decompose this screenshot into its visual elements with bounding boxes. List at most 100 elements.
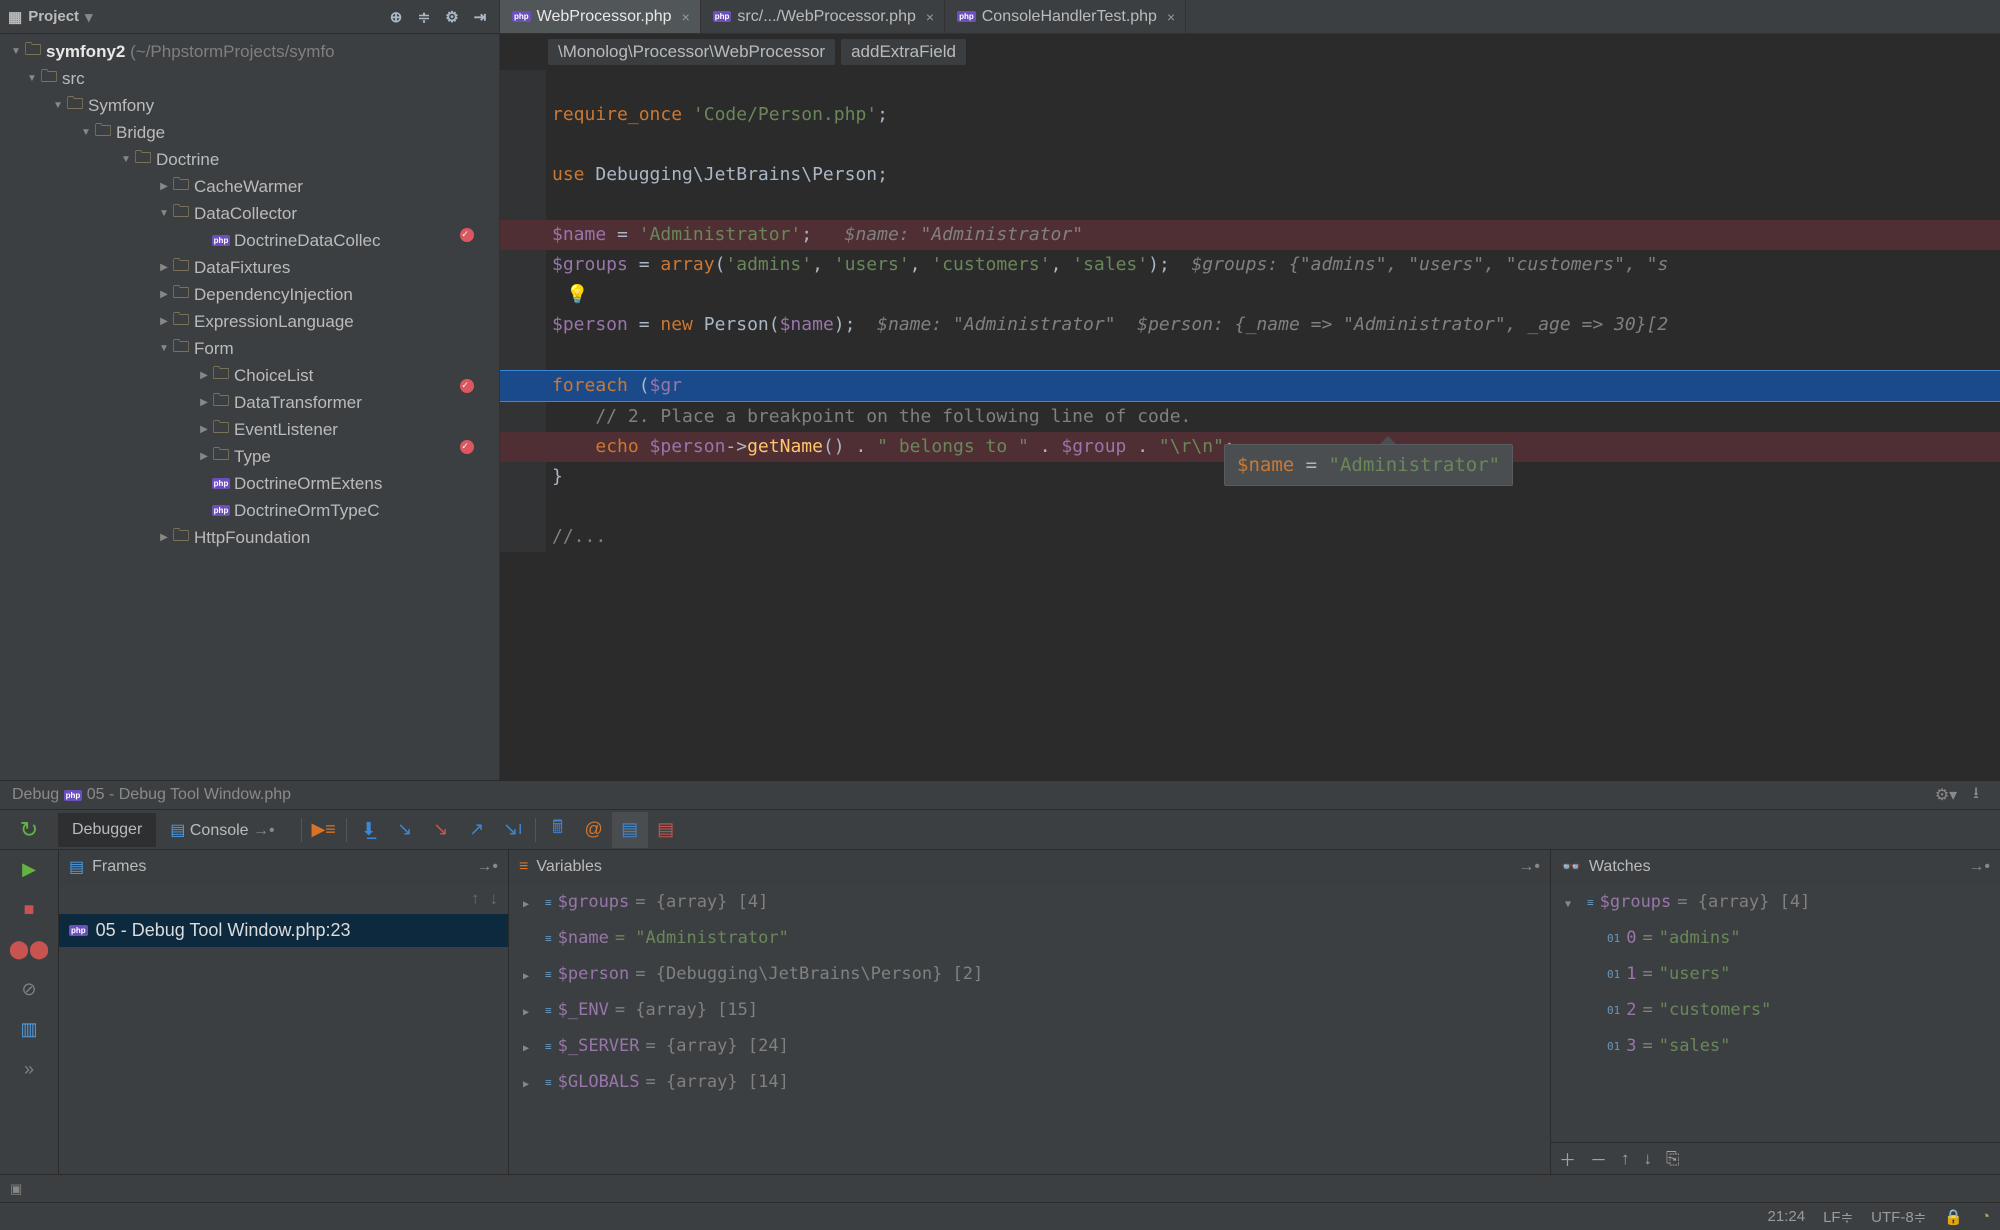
tree-item[interactable]: 🗀CacheWarmer	[0, 173, 499, 200]
watch-child-row[interactable]: 01 1 = "users"	[1551, 956, 2000, 992]
watch-child-row[interactable]: 01 0 = "admins"	[1551, 920, 2000, 956]
tree-arrow-icon[interactable]	[196, 370, 212, 381]
line-separator[interactable]: LF≑	[1823, 1208, 1853, 1226]
close-icon[interactable]: ×	[1163, 9, 1175, 25]
tree-arrow-icon[interactable]	[523, 1036, 539, 1056]
tool-window-icon[interactable]: ▣	[10, 1181, 22, 1197]
tree-item[interactable]: 🗀HttpFoundation	[0, 524, 499, 551]
project-tree[interactable]: 🗀 symfony2 (~/PhpstormProjects/symfo 🗀sr…	[0, 34, 499, 780]
collapse-all-icon[interactable]: ≑	[413, 6, 435, 28]
pin-icon[interactable]: ▤	[648, 812, 684, 848]
tree-arrow-icon[interactable]	[196, 397, 212, 408]
force-step-into-icon[interactable]: ↘	[423, 812, 459, 848]
watch-icon[interactable]: @	[576, 812, 612, 848]
tree-arrow-icon[interactable]	[523, 892, 539, 912]
tab-console[interactable]: ▤ Console →•	[156, 812, 288, 848]
gear-icon[interactable]: ⚙	[441, 6, 463, 28]
tree-item[interactable]: 🗀ExpressionLanguage	[0, 308, 499, 335]
tree-item[interactable]: 🗀EventListener	[0, 416, 499, 443]
tree-item[interactable]: 🗀Form	[0, 335, 499, 362]
editor-tab[interactable]: phpWebProcessor.php×	[500, 0, 701, 33]
tree-arrow-icon[interactable]	[196, 451, 212, 462]
up-icon[interactable]: ↑	[1621, 1149, 1630, 1169]
arrow-up-icon[interactable]: ↑	[471, 889, 480, 909]
hide-icon[interactable]: →•	[476, 858, 498, 876]
inspector-icon[interactable]: ◔	[1981, 1208, 1990, 1225]
stack-frame-row[interactable]: php 05 - Debug Tool Window.php:23	[59, 914, 508, 947]
remove-watch-icon[interactable]: －	[1590, 1146, 1607, 1171]
dropdown-caret-icon[interactable]: ▾	[85, 8, 93, 26]
locate-icon[interactable]: ⊕	[385, 6, 407, 28]
down-icon[interactable]: ↓	[1644, 1149, 1653, 1169]
variable-row[interactable]: ≡ $_SERVER = {array} [24]	[509, 1028, 1550, 1064]
tree-item[interactable]: 🗀ChoiceList	[0, 362, 499, 389]
tree-arrow-icon[interactable]	[156, 343, 172, 354]
show-exec-point-icon[interactable]: ▶≡	[306, 812, 342, 848]
run-to-cursor-icon[interactable]: ↘I	[495, 812, 531, 848]
watch-child-row[interactable]: 01 3 = "sales"	[1551, 1028, 2000, 1064]
tree-arrow-icon[interactable]	[156, 289, 172, 300]
tree-arrow-icon[interactable]	[156, 181, 172, 192]
tree-arrow-icon[interactable]	[156, 532, 172, 543]
tree-arrow-icon[interactable]	[523, 1000, 539, 1020]
tree-arrow-icon[interactable]	[156, 262, 172, 273]
tree-item[interactable]: 🗀DataFixtures	[0, 254, 499, 281]
tree-arrow-icon[interactable]	[24, 73, 40, 84]
tree-item[interactable]: phpDoctrineDataCollec	[0, 227, 499, 254]
tree-arrow-icon[interactable]	[156, 208, 172, 219]
resume-icon[interactable]: ▶	[16, 856, 42, 882]
settings-icon[interactable]: ▤	[612, 812, 648, 848]
variable-row[interactable]: ≡ $person = {Debugging\JetBrains\Person}…	[509, 956, 1550, 992]
rerun-icon[interactable]: ↻	[20, 817, 38, 843]
hide-icon[interactable]: →•	[1518, 858, 1540, 876]
editor-tab[interactable]: phpConsoleHandlerTest.php×	[945, 0, 1186, 33]
variable-row[interactable]: ≡ $groups = {array} [4]	[509, 884, 1550, 920]
tree-item[interactable]: 🗀Type	[0, 443, 499, 470]
tree-arrow-icon[interactable]	[523, 964, 539, 984]
tree-item[interactable]: 🗀DependencyInjection	[0, 281, 499, 308]
variable-row[interactable]: ≡ $_ENV = {array} [15]	[509, 992, 1550, 1028]
file-encoding[interactable]: UTF-8≑	[1871, 1208, 1926, 1226]
caret-position[interactable]: 21:24	[1768, 1208, 1806, 1225]
lock-icon[interactable]: 🔒	[1944, 1208, 1963, 1226]
tree-arrow-icon[interactable]	[1565, 892, 1581, 912]
tree-arrow-icon[interactable]	[196, 424, 212, 435]
step-out-icon[interactable]: ↗	[459, 812, 495, 848]
variable-row[interactable]: ≡ $name = "Administrator"	[509, 920, 1550, 956]
tree-item[interactable]: phpDoctrineOrmExtens	[0, 470, 499, 497]
step-into-icon[interactable]: ↘	[387, 812, 423, 848]
editor-gutter[interactable]	[500, 70, 546, 552]
breadcrumb-seg[interactable]: \Monolog\Processor\WebProcessor	[548, 39, 835, 65]
download-icon[interactable]: ⭳	[1964, 783, 1988, 807]
tree-arrow-icon[interactable]	[156, 316, 172, 327]
tree-item[interactable]: 🗀DataCollector	[0, 200, 499, 227]
tree-item[interactable]: 🗀DataTransformer	[0, 389, 499, 416]
code-editor[interactable]: require_once 'Code/Person.php'; use Debu…	[500, 70, 2000, 552]
tree-arrow-icon[interactable]	[78, 127, 94, 138]
tree-item[interactable]: 🗀Bridge	[0, 119, 499, 146]
tree-arrow-icon[interactable]	[118, 154, 134, 165]
mute-breakpoints-icon[interactable]: ⊘	[16, 976, 42, 1002]
add-watch-icon[interactable]: ＋	[1559, 1146, 1576, 1171]
tree-item[interactable]: 🗀Symfony	[0, 92, 499, 119]
stop-icon[interactable]: ■	[16, 896, 42, 922]
tree-item[interactable]: phpDoctrineOrmTypeC	[0, 497, 499, 524]
step-over-icon[interactable]: ⬇̲	[351, 812, 387, 848]
breakpoint-icon[interactable]	[460, 379, 474, 393]
watch-child-row[interactable]: 01 2 = "customers"	[1551, 992, 2000, 1028]
breakpoint-icon[interactable]	[460, 228, 474, 242]
tree-arrow-icon[interactable]	[523, 1072, 539, 1092]
close-icon[interactable]: ×	[922, 9, 934, 25]
breakpoint-icon[interactable]	[460, 440, 474, 454]
tree-item[interactable]: 🗀Doctrine	[0, 146, 499, 173]
layout-icon[interactable]: ▥	[16, 1016, 42, 1042]
close-icon[interactable]: ×	[678, 9, 690, 25]
copy-icon[interactable]: ⎘	[1666, 1149, 1680, 1169]
editor-tab[interactable]: phpsrc/.../WebProcessor.php×	[701, 0, 945, 33]
more-icon[interactable]: »	[16, 1056, 42, 1082]
hide-icon[interactable]: ⇥	[469, 6, 491, 28]
view-breakpoints-icon[interactable]: ⬤⬤	[16, 936, 42, 962]
hide-icon[interactable]: →•	[1968, 858, 1990, 876]
evaluate-icon[interactable]: 🖩	[540, 812, 576, 848]
arrow-down-icon[interactable]: ↓	[490, 889, 499, 909]
